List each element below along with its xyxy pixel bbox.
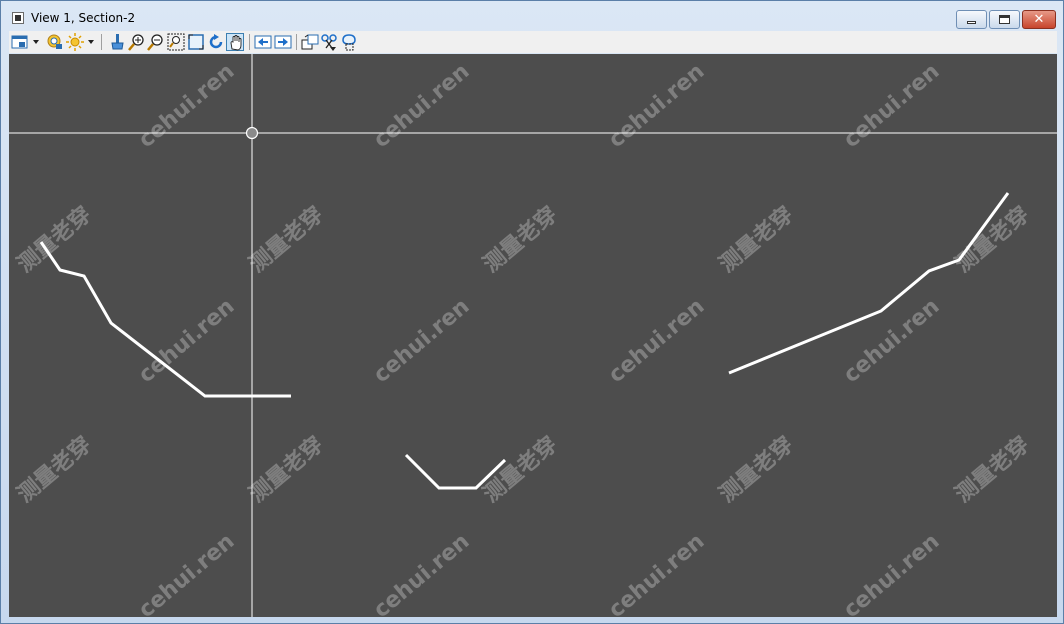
clip-dropdown-icon[interactable] <box>330 47 336 51</box>
view-toolbar <box>9 31 1057 53</box>
clip-mask-icon[interactable] <box>340 33 358 51</box>
close-icon: ✕ <box>1033 12 1045 27</box>
app-window: View 1, Section-2 ✕ 测量老穿 测量老穿 测量老穿 测量老穿 … <box>0 0 1064 624</box>
section-line-center[interactable] <box>404 453 507 490</box>
section-line-right[interactable] <box>728 192 1010 375</box>
zoom-out-icon[interactable] <box>147 33 165 51</box>
view-attributes-dropdown-icon[interactable] <box>33 40 39 44</box>
crosshair-cursor <box>245 126 259 140</box>
toolbar-separator <box>296 34 297 50</box>
toolbar-separator <box>249 34 250 50</box>
lighting-dropdown-icon[interactable] <box>88 40 94 44</box>
pan-view-icon[interactable] <box>226 33 244 51</box>
window-icon[interactable] <box>12 12 24 24</box>
rotate-view-icon[interactable] <box>207 33 225 51</box>
copy-view-icon[interactable] <box>301 33 319 51</box>
fit-view-icon[interactable] <box>187 33 205 51</box>
drawing-viewport[interactable]: 测量老穿 测量老穿 测量老穿 测量老穿 测量老穿 测量老穿 测量老穿 测量老穿 … <box>9 54 1057 617</box>
minimize-button[interactable] <box>956 10 987 29</box>
zoom-in-icon[interactable] <box>128 33 146 51</box>
next-view-icon[interactable] <box>274 33 292 51</box>
update-view-icon[interactable] <box>108 33 126 51</box>
view-attributes-icon[interactable] <box>11 33 29 51</box>
maximize-button[interactable] <box>989 10 1020 29</box>
lighting-icon[interactable] <box>66 33 84 51</box>
toolbar-separator <box>101 34 102 50</box>
section-line-left[interactable] <box>39 241 291 398</box>
previous-view-icon[interactable] <box>254 33 272 51</box>
window-area-icon[interactable] <box>167 33 185 51</box>
close-button[interactable]: ✕ <box>1022 10 1056 29</box>
window-title: View 1, Section-2 <box>31 11 136 25</box>
levels-display-icon[interactable] <box>46 33 64 51</box>
section-canvas <box>9 54 1057 617</box>
title-bar[interactable]: View 1, Section-2 ✕ <box>1 1 1063 31</box>
